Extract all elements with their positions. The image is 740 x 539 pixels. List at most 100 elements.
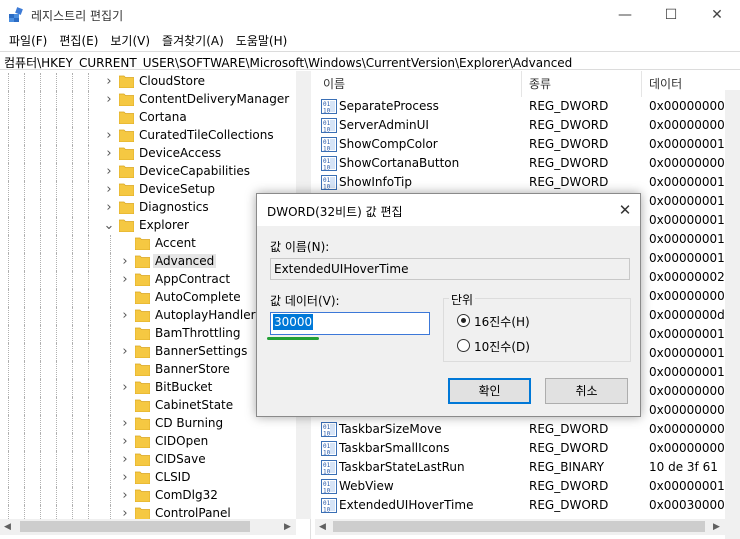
- value-row[interactable]: 01 10 ShowCompColor REG_DWORD 0x00000001: [315, 135, 740, 154]
- tree-node-label[interactable]: Accent: [153, 236, 198, 250]
- tree-node-label[interactable]: DeviceCapabilities: [137, 164, 252, 178]
- chevron-right-icon[interactable]: ›: [103, 75, 115, 89]
- value-row[interactable]: 01 10 TaskbarSizeMove REG_DWORD 0x00000000: [315, 420, 740, 439]
- tree-node[interactable]: › DeviceCapabilities: [0, 163, 300, 181]
- value-row[interactable]: 01 10 ServerAdminUI REG_DWORD 0x00000000: [315, 116, 740, 135]
- tree-node-label[interactable]: CuratedTileCollections: [137, 128, 276, 142]
- chevron-right-icon[interactable]: ›: [119, 255, 131, 269]
- tree-node-label[interactable]: CIDOpen: [153, 434, 210, 448]
- chevron-right-icon[interactable]: ›: [103, 147, 115, 161]
- chevron-right-icon[interactable]: ›: [103, 183, 115, 197]
- radio-hex-label[interactable]: 16진수(H): [474, 313, 530, 330]
- menu-edit[interactable]: 편집(E): [54, 30, 105, 50]
- close-window-button[interactable]: ✕: [694, 0, 740, 30]
- chevron-right-icon[interactable]: ›: [103, 93, 115, 107]
- tree-node-label[interactable]: BannerStore: [153, 362, 232, 376]
- chevron-right-icon[interactable]: ›: [103, 129, 115, 143]
- tree-node[interactable]: › CIDSave: [0, 451, 300, 469]
- tree-node-label[interactable]: CD Burning: [153, 416, 225, 430]
- values-scroll-thumb[interactable]: [333, 521, 705, 532]
- value-row[interactable]: 01 10 ExtendedUIHoverTime REG_DWORD 0x000300…: [315, 496, 740, 515]
- chevron-right-icon[interactable]: ›: [119, 417, 131, 431]
- cancel-button[interactable]: 취소: [545, 378, 628, 404]
- value-row[interactable]: 01 10 WebView REG_DWORD 0x00000001: [315, 477, 740, 496]
- radio-decimal-label[interactable]: 10진수(D): [474, 338, 530, 355]
- values-vertical-scrollbar[interactable]: [725, 90, 740, 539]
- chevron-right-icon[interactable]: ›: [103, 201, 115, 215]
- tree-node-label[interactable]: AppContract: [153, 272, 232, 286]
- scroll-right-arrow-icon[interactable]: ▶: [284, 522, 291, 532]
- tree-node[interactable]: BannerStore: [0, 361, 300, 379]
- chevron-right-icon[interactable]: ›: [119, 471, 131, 485]
- tree-node-label[interactable]: DeviceSetup: [137, 182, 217, 196]
- tree-node[interactable]: › Advanced: [0, 253, 300, 271]
- value-row[interactable]: 01 10 TaskbarSmallIcons REG_DWORD 0x00000000: [315, 439, 740, 458]
- tree-node[interactable]: Cortana: [0, 109, 300, 127]
- value-row[interactable]: 01 10 ShowInfoTip REG_DWORD 0x00000001: [315, 173, 740, 192]
- tree-scroll-thumb[interactable]: [20, 521, 250, 532]
- tree-node[interactable]: Accent: [0, 235, 300, 253]
- scroll-left-arrow-icon[interactable]: ◀: [319, 522, 326, 532]
- tree-node-label[interactable]: CloudStore: [137, 74, 207, 88]
- tree-node[interactable]: › CuratedTileCollections: [0, 127, 300, 145]
- scroll-right-arrow-icon[interactable]: ▶: [713, 522, 720, 532]
- chevron-right-icon[interactable]: ›: [119, 435, 131, 449]
- tree-node[interactable]: AutoComplete: [0, 289, 300, 307]
- chevron-right-icon[interactable]: ›: [119, 273, 131, 287]
- chevron-right-icon[interactable]: ›: [119, 381, 131, 395]
- chevron-right-icon[interactable]: ›: [103, 165, 115, 179]
- tree-node[interactable]: ⌄ Explorer: [0, 217, 300, 235]
- chevron-right-icon[interactable]: ›: [119, 489, 131, 503]
- tree-node-label[interactable]: CLSID: [153, 470, 192, 484]
- tree-node-label[interactable]: AutoplayHandlers: [153, 308, 264, 322]
- tree-node-label[interactable]: DeviceAccess: [137, 146, 223, 160]
- tree-node-label[interactable]: ComDlg32: [153, 488, 220, 502]
- tree-node[interactable]: › DeviceSetup: [0, 181, 300, 199]
- tree-node-label[interactable]: AutoComplete: [153, 290, 243, 304]
- column-header-name[interactable]: 이름: [323, 75, 345, 92]
- tree-node-label[interactable]: ControlPanel: [153, 506, 233, 520]
- tree-node[interactable]: › CloudStore: [0, 73, 300, 91]
- values-horizontal-scrollbar[interactable]: ◀ ▶: [315, 519, 725, 535]
- column-divider[interactable]: [641, 71, 642, 97]
- chevron-right-icon[interactable]: ›: [119, 453, 131, 467]
- value-row[interactable]: 01 10 TaskbarStateLastRun REG_BINARY 10 de 3…: [315, 458, 740, 477]
- scroll-left-arrow-icon[interactable]: ◀: [4, 522, 11, 532]
- tree-node[interactable]: › CLSID: [0, 469, 300, 487]
- menu-file[interactable]: 파일(F): [4, 30, 54, 50]
- tree-node[interactable]: › AutoplayHandlers: [0, 307, 300, 325]
- tree-node-label[interactable]: BannerSettings: [153, 344, 249, 358]
- tree-node-label[interactable]: Advanced: [153, 254, 217, 268]
- tree-node[interactable]: › BannerSettings: [0, 343, 300, 361]
- column-header-type[interactable]: 종류: [529, 75, 551, 92]
- menu-favorites[interactable]: 즐겨찾기(A): [157, 30, 231, 50]
- tree-node-label[interactable]: ContentDeliveryManager: [137, 92, 291, 106]
- tree-node[interactable]: BamThrottling: [0, 325, 300, 343]
- tree-node-label[interactable]: Cortana: [137, 110, 189, 124]
- tree-node-label[interactable]: BamThrottling: [153, 326, 243, 340]
- maximize-button[interactable]: ☐: [648, 0, 694, 30]
- radio-hex-indicator[interactable]: [457, 314, 470, 327]
- column-divider[interactable]: [521, 71, 522, 97]
- value-row[interactable]: 01 10 ShowCortanaButton REG_DWORD 0x00000000: [315, 154, 740, 173]
- minimize-button[interactable]: —: [602, 0, 648, 30]
- menu-help[interactable]: 도움말(H): [231, 30, 295, 50]
- tree-node[interactable]: › Diagnostics: [0, 199, 300, 217]
- tree-node-label[interactable]: BitBucket: [153, 380, 214, 394]
- tree-node[interactable]: › CIDOpen: [0, 433, 300, 451]
- address-bar[interactable]: 컴퓨터\HKEY_CURRENT_USER\SOFTWARE\Microsoft…: [0, 51, 740, 70]
- value-data-input[interactable]: 30000: [270, 312, 430, 335]
- tree-node[interactable]: › AppContract: [0, 271, 300, 289]
- tree-node-label[interactable]: CIDSave: [153, 452, 208, 466]
- tree-node[interactable]: › DeviceAccess: [0, 145, 300, 163]
- tree-node[interactable]: › BitBucket: [0, 379, 300, 397]
- chevron-down-icon[interactable]: ⌄: [103, 219, 115, 233]
- menu-view[interactable]: 보기(V): [105, 30, 157, 50]
- tree-node[interactable]: › ContentDeliveryManager: [0, 91, 300, 109]
- chevron-right-icon[interactable]: ›: [119, 309, 131, 323]
- tree-node[interactable]: CabinetState: [0, 397, 300, 415]
- tree-node[interactable]: › CD Burning: [0, 415, 300, 433]
- tree-node-label[interactable]: CabinetState: [153, 398, 235, 412]
- tree-node[interactable]: › ComDlg32: [0, 487, 300, 505]
- ok-button[interactable]: 확인: [448, 378, 531, 404]
